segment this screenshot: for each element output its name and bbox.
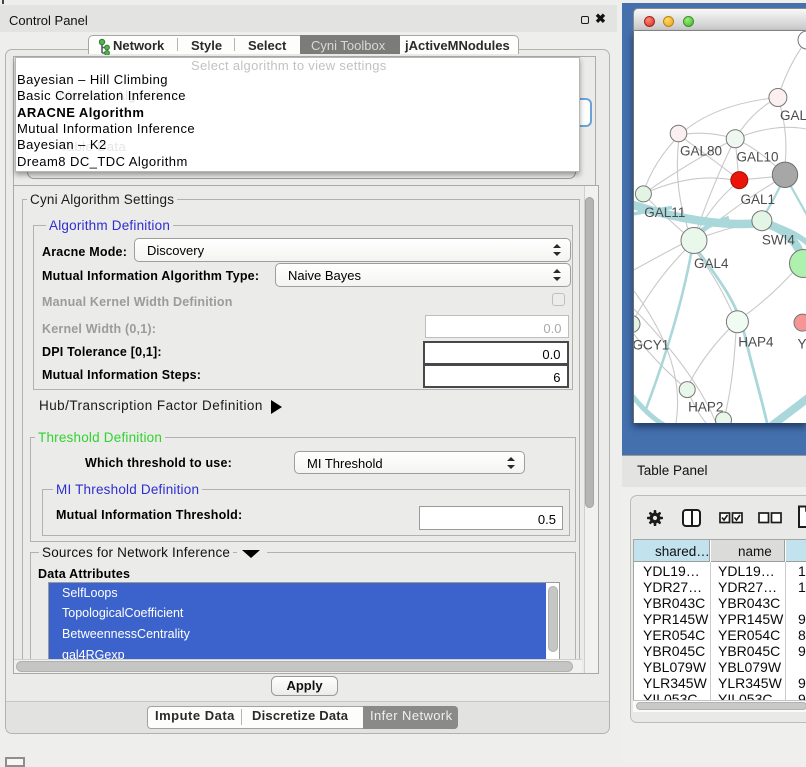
svg-text:GAL4: GAL4 — [694, 256, 729, 271]
svg-text:HAP4: HAP4 — [738, 335, 774, 350]
svg-text:GAL: GAL — [780, 108, 806, 123]
svg-text:HAP2: HAP2 — [688, 400, 723, 415]
svg-text:GAL11: GAL11 — [644, 205, 685, 220]
svg-text:GCY1: GCY1 — [634, 338, 669, 353]
svg-text:Y: Y — [798, 337, 806, 352]
svg-text:GAL10: GAL10 — [737, 150, 779, 165]
svg-text:GAL80: GAL80 — [680, 144, 722, 159]
svg-text:GAL1: GAL1 — [741, 192, 776, 207]
svg-text:SWI4: SWI4 — [762, 233, 795, 248]
